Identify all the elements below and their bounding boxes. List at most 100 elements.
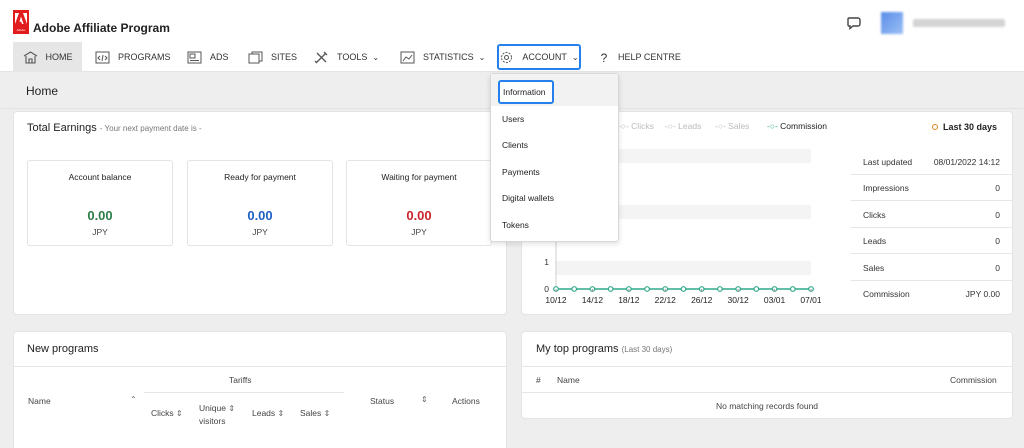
chevron-down-icon: ⌄: [372, 52, 380, 62]
legend-leads-label: Leads: [678, 121, 702, 131]
column-clicks-label: Clicks: [151, 408, 174, 418]
sort-icon: ⇕: [277, 409, 285, 418]
sort-icon[interactable]: ⌃: [130, 395, 137, 404]
column-unique-label: Unique: [199, 403, 226, 413]
menu-item-digital-wallets[interactable]: Digital wallets: [498, 186, 554, 210]
nav-programs[interactable]: PROGRAMS: [95, 42, 171, 72]
total-earnings-title: Total Earnings - Your next payment date …: [27, 122, 202, 134]
menu-item-users[interactable]: Users: [498, 107, 524, 131]
legend-leads[interactable]: -○- Leads: [665, 121, 701, 131]
nav-home[interactable]: HOME: [13, 42, 82, 72]
menu-item-payments[interactable]: Payments: [498, 160, 540, 184]
gear-icon: [501, 51, 513, 63]
chat-icon[interactable]: [846, 15, 862, 31]
nav-tools-label: TOOLS: [337, 52, 368, 62]
nav-account-label: ACCOUNT: [522, 52, 567, 62]
waiting-for-payment-box: Waiting for payment 0.00 JPY: [346, 160, 492, 246]
x-tick-label: 14/12: [582, 295, 604, 305]
column-rank: #: [536, 375, 541, 385]
stat-label: Clicks: [863, 210, 886, 220]
total-earnings-heading: Total Earnings: [27, 122, 97, 134]
top-programs-period: (Last 30 days): [621, 345, 673, 354]
sort-icon[interactable]: ⇕: [421, 395, 428, 404]
payment-date-note: - Your next payment date is -: [99, 124, 202, 133]
stat-value: 0: [995, 183, 1000, 193]
column-leads-label: Leads: [252, 408, 276, 418]
app-title[interactable]: Adobe Affiliate Program: [33, 21, 170, 35]
y-tick-label: 0: [544, 284, 549, 294]
y-tick-label: 1: [544, 257, 549, 267]
nav-home-label: HOME: [45, 52, 73, 62]
question-icon: ?: [600, 50, 608, 65]
windows-icon: [248, 51, 263, 63]
x-tick-label: 18/12: [618, 295, 640, 305]
column-program-name[interactable]: Name: [557, 375, 580, 385]
column-unique-visitors[interactable]: Unique ⇕ visitors: [199, 402, 235, 427]
nav-account[interactable]: ACCOUNT ⌄: [497, 44, 581, 70]
column-name[interactable]: Name: [28, 396, 51, 406]
account-balance-box: Account balance 0.00 JPY: [27, 160, 173, 246]
nav-ads[interactable]: ADS: [187, 42, 229, 72]
column-sales-label: Sales: [300, 408, 322, 418]
nav-tools[interactable]: TOOLS ⌄: [314, 42, 379, 72]
legend-clicks[interactable]: -○- Clicks: [618, 121, 654, 131]
account-balance-value: 0.00: [87, 208, 113, 223]
nav-help-label: HELP CENTRE: [618, 52, 681, 62]
stat-value: 0: [995, 263, 1000, 273]
nav-statistics-label: STATISTICS: [423, 52, 474, 62]
stat-row-clicks: Clicks 0: [851, 202, 1013, 228]
stat-label: Impressions: [863, 183, 909, 193]
nav-sites[interactable]: SITES: [248, 42, 297, 72]
x-tick-label: 07/01: [800, 295, 821, 305]
adobe-logo-icon: [15, 13, 27, 24]
ready-for-payment-label: Ready for payment: [224, 172, 296, 182]
stat-value: 08/01/2022 14:12: [933, 157, 1000, 167]
menu-item-clients[interactable]: Clients: [498, 133, 528, 157]
menu-item-tokens[interactable]: Tokens: [498, 213, 529, 237]
legend-clicks-label: Clicks: [631, 121, 654, 131]
divider: [144, 392, 344, 393]
stat-row-last-updated: Last updated 08/01/2022 14:12: [851, 149, 1013, 175]
column-status[interactable]: Status: [370, 396, 394, 406]
top-programs-heading: My top programs: [536, 343, 619, 355]
divider: [14, 366, 506, 367]
divider: [522, 392, 1012, 393]
stat-row-impressions: Impressions 0: [851, 175, 1013, 201]
chevron-down-icon: ⌄: [571, 52, 579, 62]
commission-data-point: [607, 286, 614, 292]
x-tick-label: 30/12: [728, 295, 750, 305]
main-nav: HOME PROGRAMS ADS SITES TOOLS ⌄ STATISTI…: [0, 42, 1024, 72]
home-icon: [23, 50, 37, 64]
column-commission[interactable]: Commission: [950, 375, 997, 385]
waiting-for-payment-value: 0.00: [406, 208, 432, 223]
nav-statistics[interactable]: STATISTICS ⌄: [400, 42, 485, 72]
commission-data-point: [717, 286, 723, 292]
x-tick-label: 03/01: [764, 295, 786, 305]
stat-value: 0: [995, 236, 1000, 246]
adobe-logo[interactable]: Adobe: [13, 10, 29, 34]
sort-icon: ⇕: [323, 409, 331, 418]
ready-for-payment-value: 0.00: [247, 208, 273, 223]
column-leads[interactable]: Leads ⇕: [252, 408, 284, 418]
user-name-redacted[interactable]: [913, 19, 1005, 27]
stat-label: Last updated: [863, 157, 913, 167]
statistics-icon: [400, 51, 415, 63]
x-tick-label: 10/12: [545, 295, 567, 305]
legend-commission[interactable]: -○- Commission: [767, 121, 827, 131]
column-clicks[interactable]: Clicks ⇕: [151, 408, 183, 418]
sort-icon: ⇕: [228, 404, 236, 413]
period-selector[interactable]: Last 30 days: [943, 122, 997, 132]
stat-row-sales: Sales 0: [851, 255, 1013, 281]
nav-help-centre[interactable]: ? HELP CENTRE: [598, 42, 681, 72]
ready-for-payment-currency: JPY: [252, 227, 268, 237]
x-tick-label: 26/12: [691, 295, 713, 305]
column-tariffs: Tariffs: [229, 375, 252, 385]
account-dropdown-menu: Information Users Clients Payments Digit…: [490, 73, 619, 242]
column-actions: Actions: [452, 396, 480, 406]
commission-data-point: [753, 286, 760, 292]
logo-text: Adobe: [16, 28, 26, 32]
menu-item-information[interactable]: Information: [498, 80, 554, 104]
legend-sales[interactable]: -○- Sales: [715, 121, 749, 131]
column-sales[interactable]: Sales ⇕: [300, 408, 330, 418]
user-avatar[interactable]: [881, 12, 903, 34]
